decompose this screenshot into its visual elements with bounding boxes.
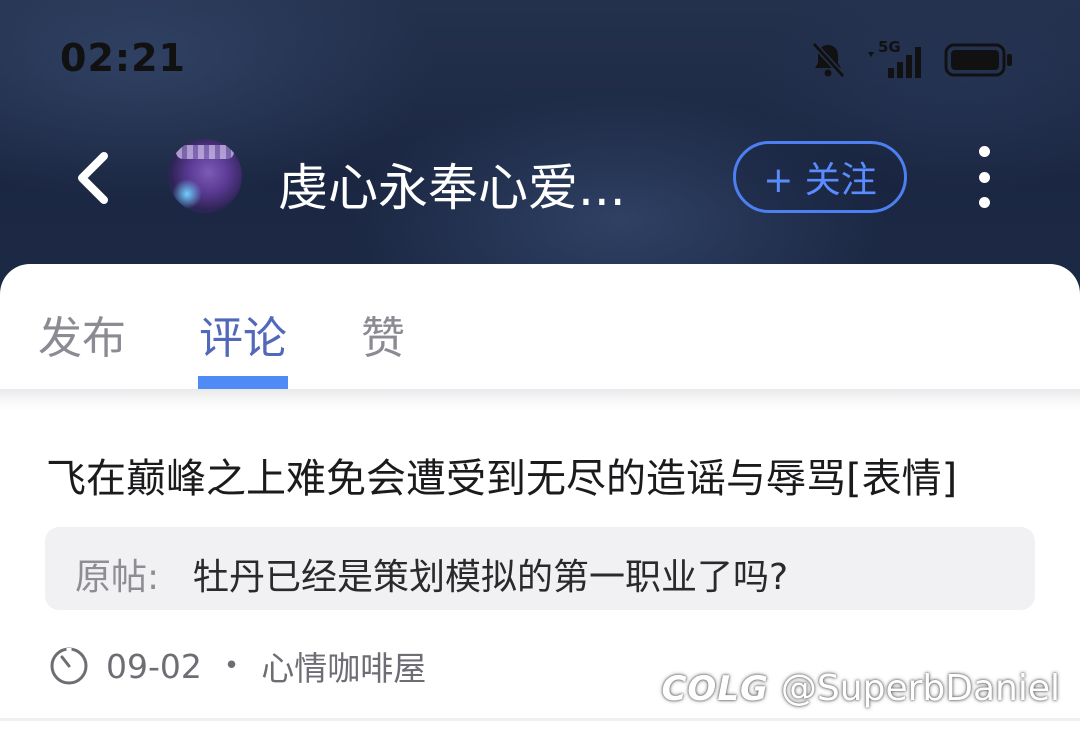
quote-label: 原帖:: [75, 557, 160, 598]
status-icons: 5G: [808, 38, 1014, 80]
item-divider: [0, 718, 1080, 721]
tab-active-indicator: [198, 376, 288, 390]
more-dot: [978, 171, 990, 183]
screen: 02:21 5G 虔心永奉心爱... + 关注 发布 评论 赞 飞在巅峰之上难免…: [0, 0, 1080, 731]
mute-bell-icon: [811, 41, 846, 79]
more-dot: [978, 197, 990, 208]
comment-meta: 09-02 • 心情咖啡屋: [48, 644, 426, 688]
tabs-divider: [0, 389, 1080, 411]
watermark-brand: COLG: [661, 668, 769, 709]
meta-separator: •: [223, 651, 240, 681]
avatar-detail: [176, 145, 234, 159]
board-link[interactable]: 心情咖啡屋: [261, 642, 426, 690]
profile-title: 虔心永奉心爱...: [278, 159, 626, 217]
watermark: COLG @SuperbDaniel: [661, 668, 1060, 709]
original-post-quote[interactable]: 原帖: 牡丹已经是策划模拟的第一职业了吗?: [45, 527, 1035, 610]
tab-likes[interactable]: 赞: [361, 302, 405, 366]
battery-icon: [944, 43, 1012, 77]
status-time: 02:21: [60, 36, 186, 80]
tab-publish[interactable]: 发布: [38, 302, 126, 366]
avatar-glow: [172, 179, 202, 209]
tab-comments[interactable]: 评论: [199, 302, 287, 366]
chevron-left-icon: [78, 152, 108, 204]
more-button[interactable]: [966, 146, 1002, 208]
watermark-handle: @SuperbDaniel: [780, 668, 1060, 709]
signal-icon: [868, 47, 921, 78]
follow-button[interactable]: + 关注: [733, 141, 907, 213]
signal-indicator: 5G: [866, 38, 926, 80]
comment-text[interactable]: 飞在巅峰之上难免会遭受到无尽的造谣与辱骂[表情]: [46, 446, 957, 504]
quote-text: 牡丹已经是策划模拟的第一职业了吗?: [193, 557, 789, 598]
more-dot: [978, 146, 990, 157]
comment-date: 09-02: [106, 646, 202, 686]
avatar[interactable]: [168, 139, 242, 213]
back-button[interactable]: [62, 140, 122, 216]
clock-icon: [50, 647, 88, 685]
